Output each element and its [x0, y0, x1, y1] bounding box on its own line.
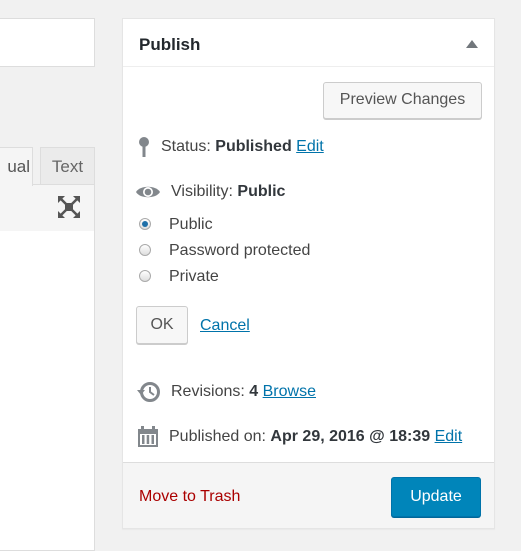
publish-box: Publish Preview Changes Status: Publishe…: [122, 18, 495, 529]
visibility-label: Visibility:: [171, 183, 233, 201]
radio-private[interactable]: Private: [139, 268, 219, 286]
edit-status-link[interactable]: Edit: [296, 138, 324, 155]
eye-icon: [136, 186, 160, 198]
collapse-toggle-icon[interactable]: [466, 40, 478, 48]
visibility-value: Public: [237, 183, 286, 201]
editor-content[interactable]: [0, 231, 95, 551]
revisions-row: Revisions: 4 Browse: [137, 381, 316, 403]
radio-button[interactable]: [139, 218, 151, 230]
cancel-link[interactable]: Cancel: [200, 317, 250, 335]
ok-button[interactable]: OK: [136, 306, 188, 344]
radio-label: Password protected: [169, 242, 311, 259]
radio-label: Public: [169, 216, 213, 233]
radio-button[interactable]: [139, 244, 151, 256]
editor-toolbar: [0, 184, 95, 232]
publish-footer: Move to Trash Update: [123, 462, 494, 528]
status-value: Published: [215, 138, 292, 156]
tab-text[interactable]: Text: [40, 147, 95, 185]
title-input[interactable]: [0, 18, 95, 67]
key-icon: [139, 137, 149, 157]
edit-date-link[interactable]: Edit: [435, 428, 463, 445]
radio-public[interactable]: Public: [139, 216, 213, 234]
radio-button[interactable]: [139, 270, 151, 282]
published-on-row: Published on: Apr 29, 2016 @ 18:39 Edit: [137, 426, 462, 448]
published-label: Published on:: [169, 428, 266, 446]
publish-title: Publish: [139, 35, 201, 54]
history-icon: [137, 382, 160, 402]
visibility-row: Visibility: Public: [135, 183, 285, 201]
tab-visual[interactable]: ual: [0, 147, 33, 186]
radio-password-protected[interactable]: Password protected: [139, 242, 310, 260]
move-to-trash-link[interactable]: Move to Trash: [139, 488, 240, 506]
status-row: Status: Published Edit: [137, 136, 324, 158]
update-button[interactable]: Update: [391, 477, 481, 517]
publish-header: Publish: [123, 19, 494, 67]
revisions-count: 4: [249, 383, 259, 401]
preview-changes-button[interactable]: Preview Changes: [323, 82, 482, 119]
revisions-label: Revisions:: [171, 383, 245, 401]
radio-label: Private: [169, 268, 219, 285]
browse-revisions-link[interactable]: Browse: [263, 383, 316, 400]
fullscreen-icon[interactable]: [58, 196, 80, 218]
calendar-icon: [138, 426, 158, 447]
published-date: Apr 29, 2016 @ 18:39: [270, 428, 431, 446]
status-label: Status:: [161, 138, 211, 156]
